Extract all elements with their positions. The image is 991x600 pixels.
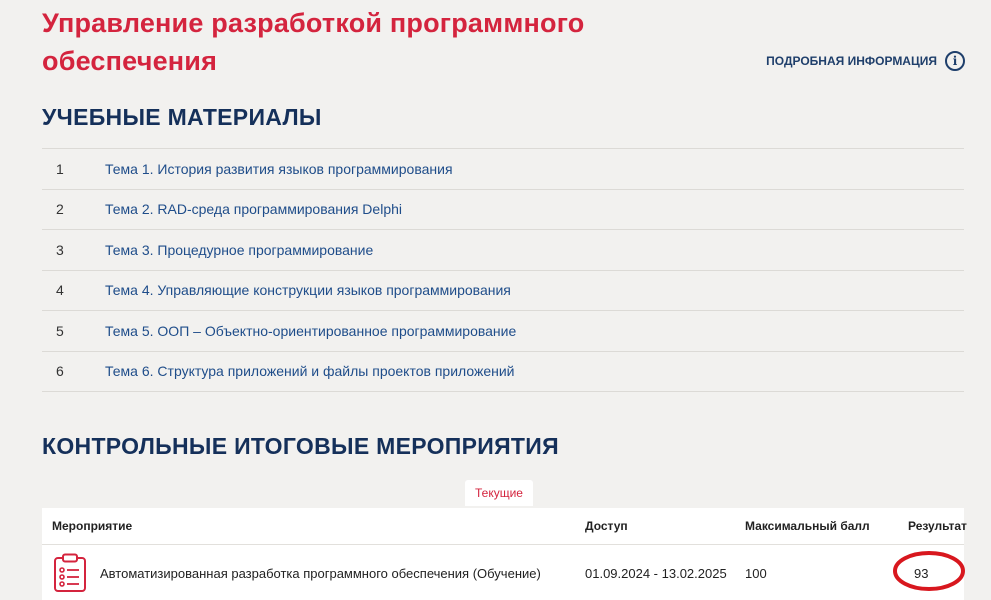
material-number: 5 bbox=[56, 322, 64, 339]
result-highlight-circle bbox=[893, 550, 965, 591]
list-item: 6 Тема 6. Структура приложений и файлы п… bbox=[42, 352, 964, 392]
material-link-6[interactable]: Тема 6. Структура приложений и файлы про… bbox=[105, 363, 515, 379]
list-item: 5 Тема 5. ООП – Объектно-ориентированное… bbox=[42, 311, 964, 352]
table-row[interactable]: Автоматизированная разработка программно… bbox=[42, 545, 965, 600]
events-table: Мероприятие Доступ Максимальный балл Рез… bbox=[42, 508, 967, 600]
material-number: 1 bbox=[56, 160, 64, 177]
material-number: 2 bbox=[56, 201, 64, 218]
column-header-max-score: Максимальный балл bbox=[745, 519, 870, 533]
more-info-link[interactable]: ПОДРОБНАЯ ИНФОРМАЦИЯ i bbox=[766, 51, 965, 71]
event-max-score: 100 bbox=[745, 565, 767, 581]
event-cell: Автоматизированная разработка программно… bbox=[42, 553, 585, 593]
list-item: 2 Тема 2. RAD-среда программирования Del… bbox=[42, 190, 964, 230]
material-link-3[interactable]: Тема 3. Процедурное программирование bbox=[105, 242, 373, 258]
info-circle-icon[interactable]: i bbox=[945, 51, 965, 71]
course-title: Управление разработкой программного обес… bbox=[42, 8, 585, 76]
tab-current[interactable]: Текущие bbox=[465, 480, 533, 506]
column-header-event: Мероприятие bbox=[52, 519, 133, 533]
more-info-label: ПОДРОБНАЯ ИНФОРМАЦИЯ bbox=[766, 54, 937, 68]
column-header-access: Доступ bbox=[585, 519, 628, 533]
materials-heading: УЧЕБНЫЕ МАТЕРИАЛЫ bbox=[42, 104, 322, 130]
materials-list: 1 Тема 1. История развития языков програ… bbox=[42, 148, 964, 392]
material-number: 3 bbox=[56, 241, 64, 258]
list-item: 4 Тема 4. Управляющие конструкции языков… bbox=[42, 271, 964, 311]
list-item: 3 Тема 3. Процедурное программирование bbox=[42, 230, 964, 271]
material-number: 4 bbox=[56, 282, 64, 299]
material-link-2[interactable]: Тема 2. RAD-среда программирования Delph… bbox=[105, 201, 402, 217]
clipboard-checklist-icon bbox=[54, 553, 86, 592]
events-heading: КОНТРОЛЬНЫЕ ИТОГОВЫЕ МЕРОПРИЯТИЯ bbox=[42, 433, 559, 459]
event-name-link[interactable]: Автоматизированная разработка программно… bbox=[100, 566, 541, 581]
event-result-cell: 93 bbox=[893, 550, 965, 591]
table-header: Мероприятие Доступ Максимальный балл Рез… bbox=[42, 508, 967, 545]
material-number: 6 bbox=[56, 363, 64, 380]
material-link-4[interactable]: Тема 4. Управляющие конструкции языков п… bbox=[105, 282, 511, 298]
list-item: 1 Тема 1. История развития языков програ… bbox=[42, 149, 964, 190]
material-link-1[interactable]: Тема 1. История развития языков программ… bbox=[105, 161, 453, 177]
column-header-result: Результат bbox=[908, 519, 967, 533]
event-access-dates: 01.09.2024 - 13.02.2025 bbox=[585, 565, 727, 581]
event-result-value: 93 bbox=[914, 565, 929, 581]
material-link-5[interactable]: Тема 5. ООП – Объектно-ориентированное п… bbox=[105, 323, 516, 339]
